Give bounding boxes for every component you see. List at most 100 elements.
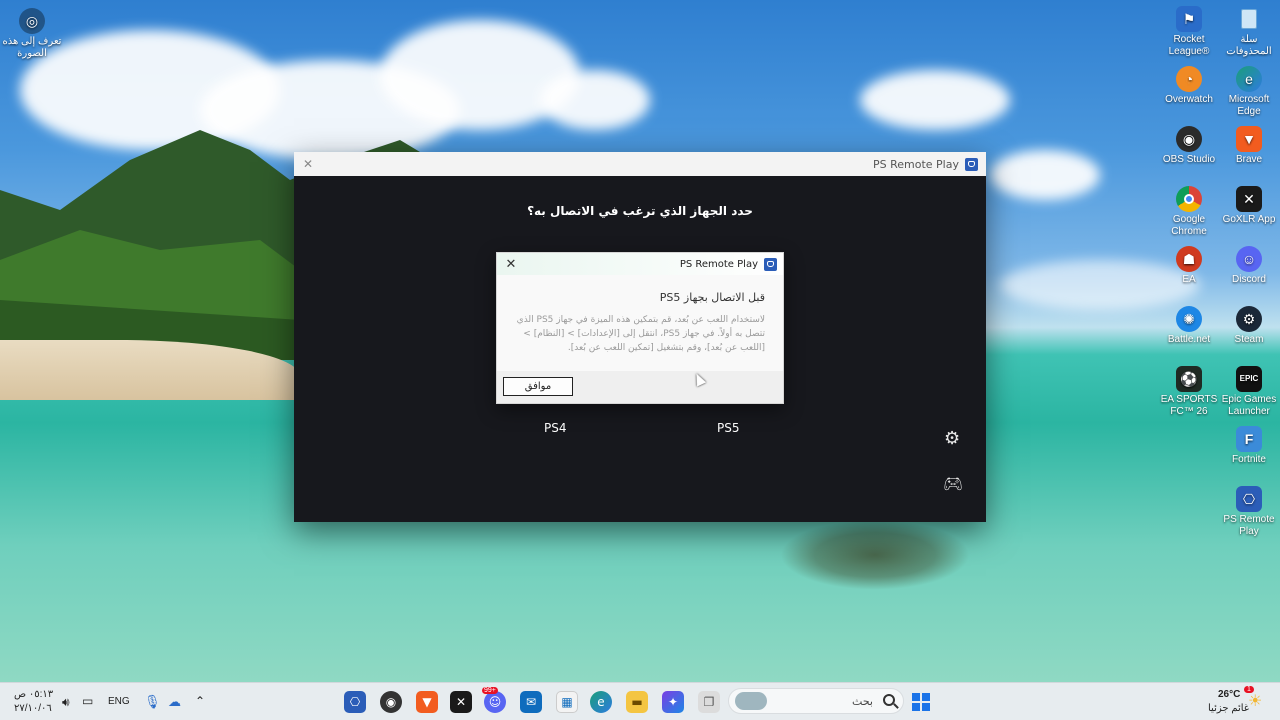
desktop-icon-label: Fortnite (1232, 454, 1266, 465)
desktop-icon-fortnite[interactable]: F Fortnite (1217, 426, 1280, 466)
desktop-icon-label: EA (1182, 274, 1196, 285)
weather-description[interactable]: غائم جزئيا (1208, 703, 1249, 714)
weather-icon[interactable]: ☀ (1248, 691, 1262, 711)
desktop-icon-chrome[interactable]: Google Chrome (1157, 186, 1221, 238)
brave-icon: ▼ (1236, 126, 1262, 152)
taskbar-ps-remote-play-icon[interactable]: ⎔ (344, 691, 366, 713)
desktop-icon-obs-studio[interactable]: ◉ OBS Studio (1157, 126, 1221, 166)
edge-icon: e (1236, 66, 1262, 92)
ok-button[interactable]: موافق (503, 377, 573, 396)
goxlr-icon: ✕ (1236, 186, 1262, 212)
wallpaper-turtle (780, 520, 970, 590)
desktop-icon-label: GoXLR App (1222, 214, 1276, 225)
discord-badge: 99+ (482, 687, 498, 694)
taskbar-discord-icon[interactable]: ☺ (484, 691, 506, 713)
dialog-close-icon[interactable]: ✕ (503, 256, 519, 272)
steam-icon: ⚙ (1236, 306, 1262, 332)
desktop-icon-label: Brave (1235, 154, 1263, 165)
desktop-icon-label: Overwatch (1165, 94, 1213, 105)
dialog-message: لاستخدام اللعب عن بُعد، قم بتمكين هذه ال… (516, 315, 765, 353)
search-placeholder: بحث (852, 695, 873, 708)
desktop-icon-label: Steam (1234, 334, 1264, 345)
fortnite-icon: F (1236, 426, 1262, 452)
desktop-icon-epic-games[interactable]: EPIC Epic Games Launcher (1217, 366, 1280, 418)
taskbar-file-explorer-icon[interactable]: ▬ (626, 691, 648, 713)
ps5-connect-dialog: ✕ PS Remote Play قبل الاتصال بجهاز PS5 ل… (496, 252, 784, 404)
desktop-icon-ea[interactable]: ☗ EA (1157, 246, 1221, 286)
dialog-title-text: PS Remote Play (679, 258, 758, 270)
window-title-text: PS Remote Play (873, 157, 959, 171)
taskbar-goxlr-icon[interactable]: ✕ (450, 691, 472, 713)
recycle-bin-icon (1236, 6, 1262, 32)
dialog-titlebar: ✕ PS Remote Play (497, 253, 783, 275)
weather-temperature[interactable]: 26°C (1218, 689, 1240, 700)
chrome-icon (1176, 186, 1202, 212)
taskbar-edge-icon[interactable]: e (590, 691, 612, 713)
desktop-icon-recycle-bin[interactable]: سلة المحذوفات (1217, 6, 1280, 58)
windows-start-icon[interactable] (912, 693, 930, 711)
desktop-icon-label: Google Chrome (1171, 214, 1207, 237)
desktop-icon-label: OBS Studio (1162, 154, 1216, 165)
desktop-icon-label: Battle.net (1167, 334, 1211, 345)
desktop-icon-spotlight[interactable]: ◎ تعرف إلى هذه الصورة (0, 8, 64, 60)
language-indicator[interactable]: ENG (108, 696, 130, 707)
search-highlight-icon (735, 692, 767, 710)
ea-fc-icon: ⚽ (1176, 366, 1202, 392)
window-title: PS Remote Play (873, 157, 978, 171)
close-icon[interactable]: ✕ (300, 156, 316, 172)
chevron-up-icon[interactable]: ⌃ (195, 694, 205, 708)
desktop-icon-brave[interactable]: ▼ Brave (1217, 126, 1280, 166)
desktop-icon-label: Rocket League® (1168, 34, 1210, 57)
device-option-ps4[interactable]: PS4 (544, 421, 567, 435)
ps-remote-play-icon (764, 257, 777, 271)
ea-icon: ☗ (1176, 246, 1202, 272)
clock-time[interactable]: ٠٥:١٣ ص (14, 689, 53, 700)
desktop-icon-label: Epic Games Launcher (1221, 394, 1277, 417)
desktop-icon-label: سلة المحذوفات (1226, 34, 1272, 57)
taskbar-store-icon[interactable]: ▦ (556, 691, 578, 713)
taskbar: ٠٥:١٣ ص ٢٧/١٠/٠٦ 🔊︎ ▭ ENG 🎙︎ ☁ ⌃ ⎔ ◉ ▼ ✕… (0, 682, 1280, 720)
desktop-icon-label: Discord (1232, 274, 1266, 285)
desktop-icon-label: EA SPORTS FC™ 26 (1160, 394, 1218, 417)
desktop-icon-edge[interactable]: e Microsoft Edge (1217, 66, 1280, 118)
clock-date[interactable]: ٢٧/١٠/٠٦ (14, 703, 52, 714)
taskbar-brave-icon[interactable]: ▼ (416, 691, 438, 713)
notification-badge: 1 (1244, 686, 1254, 693)
wallpaper-cloud (990, 150, 1100, 200)
taskbar-obs-icon[interactable]: ◉ (380, 691, 402, 713)
gamepad-icon[interactable]: 🎮︎ (943, 474, 963, 493)
device-option-ps5[interactable]: PS5 (717, 421, 740, 435)
ps-remote-play-icon (965, 157, 978, 171)
epic-games-icon: EPIC (1236, 366, 1262, 392)
taskbar-outlook-icon[interactable]: ✉ (520, 691, 542, 713)
desktop-icon-label: PS Remote Play (1223, 514, 1275, 537)
dialog-title: PS Remote Play (679, 257, 777, 271)
network-icon[interactable]: ▭ (82, 694, 93, 708)
discord-icon: ☺ (1236, 246, 1262, 272)
desktop-icon-steam[interactable]: ⚙ Steam (1217, 306, 1280, 346)
dialog-heading: قبل الاتصال بجهاز PS5 (659, 291, 765, 304)
desktop-icon-rocket-league[interactable]: ⚑ Rocket League® (1157, 6, 1221, 58)
overwatch-icon: ◔ (1176, 66, 1202, 92)
desktop-icon-label: Microsoft Edge (1228, 94, 1270, 117)
desktop-icon-goxlr[interactable]: ✕ GoXLR App (1217, 186, 1280, 226)
desktop-icon-label: تعرف إلى هذه الصورة (2, 36, 62, 59)
desktop-icon-overwatch[interactable]: ◔ Overwatch (1157, 66, 1221, 106)
ps-remote-play-icon: ⎔ (1236, 486, 1262, 512)
desktop-icon-discord[interactable]: ☺ Discord (1217, 246, 1280, 286)
wallpaper-cloud (860, 70, 1010, 130)
desktop-icon-battlenet[interactable]: ✺ Battle.net (1157, 306, 1221, 346)
dialog-footer: موافق (497, 371, 783, 403)
microphone-icon[interactable]: 🎙︎ (144, 694, 161, 710)
settings-gear-icon[interactable]: ⚙ (944, 428, 960, 449)
window-titlebar: ✕ PS Remote Play (294, 152, 986, 176)
taskbar-search-box[interactable]: بحث (728, 688, 904, 714)
desktop-icon-ea-sports-fc[interactable]: ⚽ EA SPORTS FC™ 26 (1157, 366, 1221, 418)
taskbar-copilot-icon[interactable]: ✦ (662, 691, 684, 713)
cloud-icon[interactable]: ☁ (168, 694, 181, 710)
camera-icon: ◎ (19, 8, 45, 34)
speaker-icon[interactable]: 🔊︎ (62, 695, 70, 710)
taskbar-task-view-icon[interactable]: ❐ (698, 691, 720, 713)
rocket-league-icon: ⚑ (1176, 6, 1202, 32)
desktop-icon-ps-remote-play[interactable]: ⎔ PS Remote Play (1217, 486, 1280, 538)
